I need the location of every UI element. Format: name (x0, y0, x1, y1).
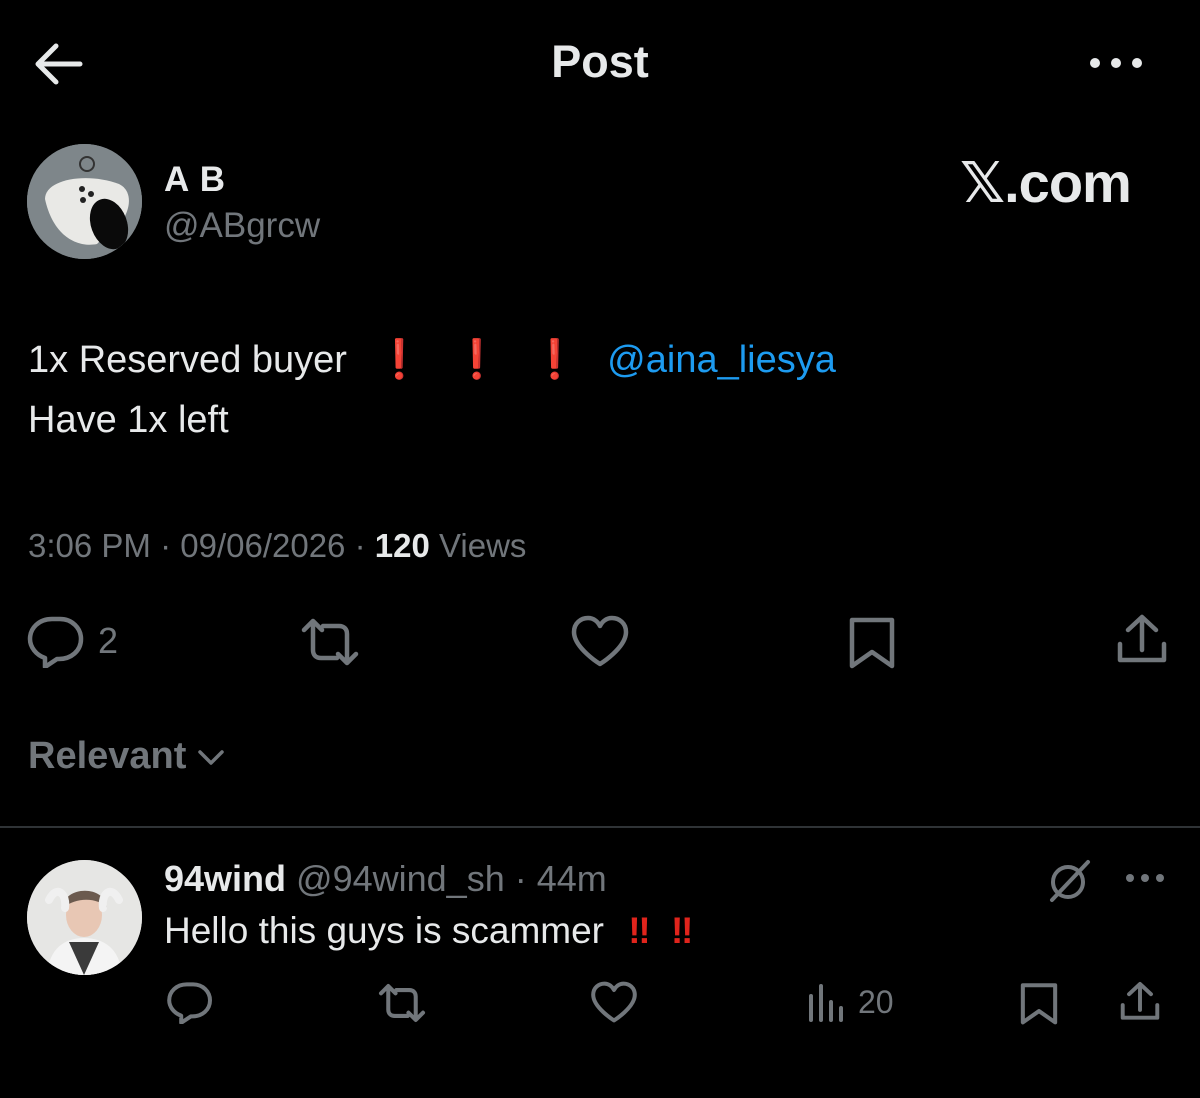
reply-author-name[interactable]: 94wind (164, 858, 286, 899)
share-button[interactable] (1114, 612, 1170, 668)
reply-icon (167, 982, 212, 1024)
divider (0, 826, 1200, 828)
mention-link[interactable]: @aina_liesya (607, 339, 836, 381)
reply-author-handle[interactable]: @94wind_sh (296, 858, 505, 899)
reply-button[interactable]: 2 (26, 614, 118, 668)
more-icon[interactable] (1086, 48, 1146, 78)
post-text: 1x Reserved buyer ❗ ❗ ❗ @aina_liesya Hav… (28, 330, 836, 450)
reply-share-button[interactable] (1118, 980, 1162, 1024)
avatar[interactable] (27, 144, 142, 259)
author-name[interactable]: A B (164, 160, 226, 200)
exclamation-emoji: ❗ (453, 339, 501, 381)
reply-icon (27, 616, 84, 668)
reply-avatar[interactable] (27, 860, 142, 975)
share-icon (1120, 981, 1160, 1020)
share-icon (1117, 614, 1167, 663)
like-icon (571, 615, 629, 667)
views-count: 120 (374, 527, 430, 564)
reply-time[interactable]: 44m (537, 858, 607, 899)
post-text-content: 1x Reserved buyer (28, 339, 347, 381)
views-icon (809, 984, 843, 1022)
like-button[interactable] (570, 614, 630, 668)
bookmark-icon (849, 617, 895, 669)
chevron-down-icon (198, 749, 225, 765)
reply-bookmark-button[interactable] (1018, 980, 1060, 1026)
bookmark-icon (1020, 983, 1058, 1025)
reply-text-content: Hello this guys is scammer (164, 910, 605, 951)
post-time: 3:06 PM (28, 527, 151, 564)
bookmark-button[interactable] (846, 614, 898, 670)
exclamation-emoji: ❗ (375, 339, 423, 381)
repost-icon (378, 984, 426, 1022)
reply-separator: · (504, 858, 537, 899)
post-text-line-1: 1x Reserved buyer ❗ ❗ ❗ @aina_liesya (28, 330, 836, 390)
x-watermark: 𝕏.com (960, 151, 1132, 214)
reply-more-icon[interactable] (1122, 866, 1168, 890)
reply-views-count: 20 (858, 983, 894, 1020)
reply-reply-button[interactable] (166, 980, 214, 1024)
reply-views-button[interactable]: 20 (806, 982, 894, 1022)
author-handle[interactable]: @ABgrcw (164, 206, 320, 246)
reply-like-button[interactable] (590, 980, 638, 1024)
reply-text: Hello this guys is scammer ‼ ‼ (164, 910, 693, 952)
post-text-line-2: Have 1x left (28, 399, 229, 441)
reply-repost-button[interactable] (376, 982, 428, 1024)
reply-count: 2 (98, 620, 119, 661)
views-label[interactable]: Views (439, 527, 526, 564)
exclamation-emoji: ❗ (531, 339, 579, 381)
reply-header: 94wind @94wind_sh · 44m (164, 858, 607, 900)
double-exclamation-emoji: ‼ (670, 910, 694, 951)
page-title: Post (551, 36, 649, 87)
post-meta: 3:06 PM · 09/06/2026 · 120 Views (28, 527, 527, 564)
sort-label: Relevant (28, 735, 187, 777)
repost-icon (301, 618, 359, 666)
double-exclamation-emoji: ‼ (628, 910, 651, 951)
grok-icon[interactable] (1046, 858, 1092, 904)
like-icon (591, 981, 637, 1023)
sort-dropdown[interactable]: Relevant (28, 735, 226, 778)
post-date: 09/06/2026 (180, 527, 346, 564)
repost-button[interactable] (298, 616, 362, 668)
